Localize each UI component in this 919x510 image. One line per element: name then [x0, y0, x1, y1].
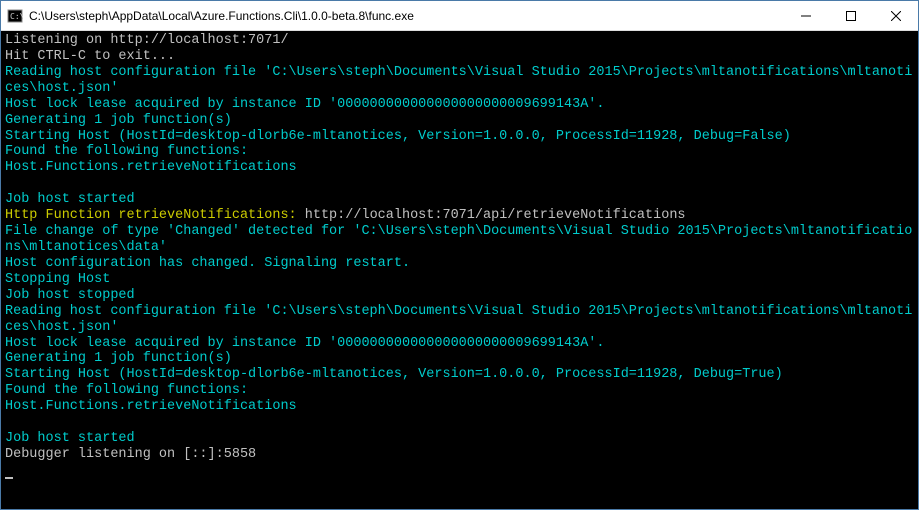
app-icon: C:\	[7, 8, 23, 24]
console-line: File change of type 'Changed' detected f…	[5, 224, 914, 256]
console-line: Host lock lease acquired by instance ID …	[5, 97, 914, 113]
console-line: Reading host configuration file 'C:\User…	[5, 65, 914, 97]
titlebar[interactable]: C:\ C:\Users\steph\AppData\Local\Azure.F…	[1, 1, 918, 31]
console-line: Job host stopped	[5, 288, 914, 304]
console-line: Hit CTRL-C to exit...	[5, 49, 914, 65]
console-line: Found the following functions:	[5, 144, 914, 160]
console-line: Host.Functions.retrieveNotifications	[5, 399, 914, 415]
console-line	[5, 176, 914, 192]
console-line: Stopping Host	[5, 272, 914, 288]
console-line: Generating 1 job function(s)	[5, 351, 914, 367]
svg-text:C:\: C:\	[10, 12, 23, 21]
console-line	[5, 415, 914, 431]
console-window: C:\ C:\Users\steph\AppData\Local\Azure.F…	[0, 0, 919, 510]
console-line: Generating 1 job function(s)	[5, 113, 914, 129]
console-line: Reading host configuration file 'C:\User…	[5, 304, 914, 336]
window-controls	[783, 1, 918, 30]
http-function-label: Http Function retrieveNotifications:	[5, 208, 297, 223]
console-line: Host configuration has changed. Signalin…	[5, 256, 914, 272]
cursor-line	[5, 463, 914, 479]
console-line: Host.Functions.retrieveNotifications	[5, 160, 914, 176]
console-line: Job host started	[5, 431, 914, 447]
console-line: Listening on http://localhost:7071/	[5, 33, 914, 49]
maximize-button[interactable]	[828, 1, 873, 30]
console-line: Starting Host (HostId=desktop-dlorb6e-ml…	[5, 129, 914, 145]
close-button[interactable]	[873, 1, 918, 30]
http-function-url: http://localhost:7071/api/retrieveNotifi…	[297, 208, 686, 223]
console-line: Found the following functions:	[5, 383, 914, 399]
cursor	[5, 477, 13, 479]
minimize-button[interactable]	[783, 1, 828, 30]
console-line: Host lock lease acquired by instance ID …	[5, 336, 914, 352]
console-line: Starting Host (HostId=desktop-dlorb6e-ml…	[5, 367, 914, 383]
console-line: Http Function retrieveNotifications: htt…	[5, 208, 914, 224]
console-output[interactable]: Listening on http://localhost:7071/Hit C…	[1, 31, 918, 509]
console-line: Debugger listening on [::]:5858	[5, 447, 914, 463]
console-line: Job host started	[5, 192, 914, 208]
window-title: C:\Users\steph\AppData\Local\Azure.Funct…	[29, 9, 783, 23]
